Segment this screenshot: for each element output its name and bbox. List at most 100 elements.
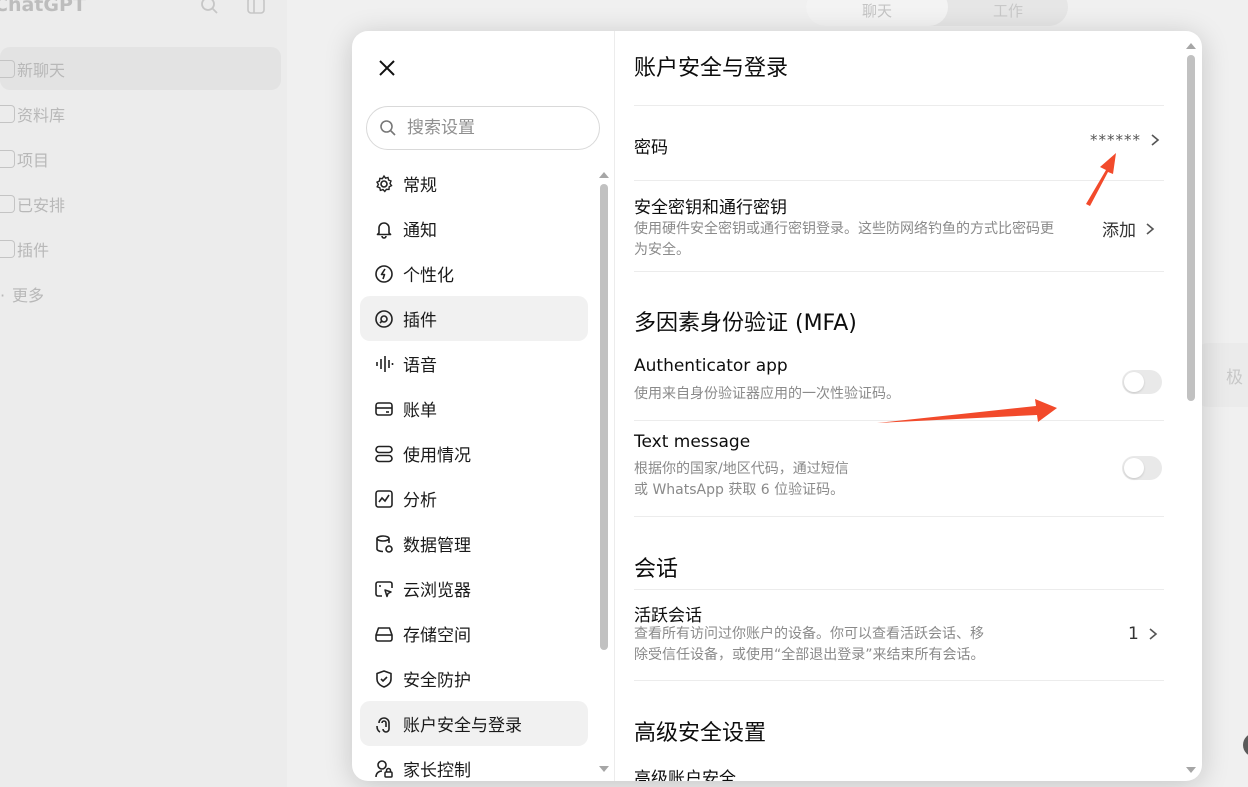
sms-desc-line2: 或 WhatsApp 获取 6 位验证码。: [634, 482, 845, 498]
divider: [634, 420, 1164, 421]
menu-item-security[interactable]: 安全防护: [360, 656, 588, 701]
menu-item-usage[interactable]: 使用情况: [360, 431, 588, 476]
authenticator-description: 使用来自身份验证器应用的一次性验证码。: [634, 386, 900, 402]
divider: [634, 516, 1164, 517]
advanced-item-title: 高级账户安全: [634, 769, 736, 781]
toggle-knob: [1124, 458, 1144, 478]
scroll-thumb[interactable]: [1187, 55, 1195, 401]
divider: [634, 180, 1164, 181]
menu-item-general[interactable]: 常规: [360, 161, 588, 206]
divider: [634, 105, 1164, 106]
bell-icon: [373, 218, 395, 240]
scroll-down-arrow[interactable]: [599, 766, 609, 772]
sidebar-scrollbar[interactable]: [599, 172, 609, 775]
background-sidebar: ChatGPT 新聊天 资料库 项目 已安排 插件 · 更多: [0, 0, 287, 787]
menu-item-personalization[interactable]: 个性化: [360, 251, 588, 296]
divider: [634, 271, 1164, 272]
dot-icon: ·: [0, 285, 6, 305]
menu-label: 语音: [403, 356, 437, 376]
storage-icon: [373, 623, 395, 645]
background-card: 极: [1196, 343, 1248, 407]
settings-search[interactable]: [366, 106, 600, 150]
settings-menu: 常规 通知 个性化 插件 语音 账单 使用情况 分析 数据管理 云浏览器 存储空…: [360, 161, 588, 781]
nav-plugins[interactable]: 插件: [0, 227, 281, 270]
divider: [634, 680, 1164, 681]
plugin-icon: [373, 308, 395, 330]
password-row-action[interactable]: ******: [1090, 131, 1161, 149]
scroll-up-arrow[interactable]: [1186, 43, 1196, 49]
library-icon: [0, 104, 15, 123]
nav-library[interactable]: 资料库: [0, 92, 281, 135]
passkeys-description: 使用硬件安全密钥或通行密钥登录。这些防网络钓鱼的方式比密码更 为安全。: [634, 219, 1094, 261]
menu-label: 个性化: [403, 266, 454, 286]
menu-label: 数据管理: [403, 536, 471, 556]
settings-content: 账户安全与登录 密码 ****** 安全密钥和通行密钥 使用硬件安全密钥或通行密…: [615, 31, 1202, 781]
menu-item-cloud-browser[interactable]: 云浏览器: [360, 566, 588, 611]
search-icon[interactable]: [200, 0, 220, 16]
menu-label: 通知: [403, 221, 437, 241]
background-nav: 新聊天 资料库 项目 已安排 插件 · 更多: [0, 47, 287, 317]
active-sessions-description: 查看所有访问过你账户的设备。你可以查看活跃会话、移 除受信任设备，或使用“全部退…: [634, 624, 985, 666]
card-icon: [373, 398, 395, 420]
close-icon: [379, 60, 395, 76]
chevron-right-icon: [1146, 222, 1155, 235]
nav-scheduled[interactable]: 已安排: [0, 182, 281, 225]
menu-item-parental-controls[interactable]: 家长控制: [360, 746, 588, 781]
scroll-thumb[interactable]: [600, 184, 608, 650]
add-passkey-button[interactable]: 添加: [1102, 216, 1156, 241]
menu-label: 云浏览器: [403, 581, 471, 601]
active-sessions-action[interactable]: 1: [1128, 624, 1159, 644]
waveform-icon: [373, 353, 395, 375]
passkeys-title: 安全密钥和通行密钥: [634, 198, 787, 218]
nav-projects[interactable]: 项目: [0, 137, 281, 180]
menu-label: 账单: [403, 401, 437, 421]
app-title: ChatGPT: [0, 0, 86, 16]
search-icon: [380, 120, 396, 136]
mfa-heading: 多因素身份验证 (MFA): [634, 311, 857, 336]
nav-label: 插件: [17, 240, 50, 260]
divider: [634, 589, 1164, 590]
menu-item-notifications[interactable]: 通知: [360, 206, 588, 251]
scroll-down-arrow[interactable]: [1186, 767, 1196, 773]
close-button[interactable]: [372, 53, 402, 83]
clock-icon: [0, 194, 15, 213]
content-scrollbar[interactable]: [1186, 43, 1196, 777]
mode-switch[interactable]: 聊天 工作: [806, 0, 1068, 26]
add-label: 添加: [1102, 221, 1136, 241]
advanced-heading: 高级安全设置: [634, 721, 767, 746]
tab-work[interactable]: 工作: [948, 0, 1068, 26]
menu-item-billing[interactable]: 账单: [360, 386, 588, 431]
menu-item-plugins[interactable]: 插件: [360, 296, 588, 341]
sms-toggle[interactable]: [1122, 456, 1162, 480]
nav-label: 项目: [17, 150, 50, 170]
menu-label: 常规: [403, 176, 437, 196]
menu-item-storage[interactable]: 存储空间: [360, 611, 588, 656]
folder-icon: [0, 149, 15, 168]
menu-item-voice[interactable]: 语音: [360, 341, 588, 386]
menu-label: 安全防护: [403, 671, 471, 691]
nav-more[interactable]: · 更多: [0, 272, 281, 315]
passkeys-desc-line2: 为安全。: [634, 242, 690, 258]
plugin-icon: [0, 239, 15, 258]
password-value: ******: [1090, 131, 1141, 149]
menu-item-analytics[interactable]: 分析: [360, 476, 588, 521]
authenticator-toggle[interactable]: [1122, 370, 1162, 394]
search-input[interactable]: [405, 117, 579, 139]
menu-item-data-controls[interactable]: 数据管理: [360, 521, 588, 566]
settings-sidebar: 常规 通知 个性化 插件 语音 账单: [352, 31, 615, 781]
usage-icon: [373, 443, 395, 465]
sms-desc-line1: 根据你的国家/地区代码，通过短信: [634, 461, 849, 477]
sidebar-toggle-icon[interactable]: [246, 0, 266, 16]
chevron-right-icon: [1149, 628, 1158, 640]
menu-label: 账户安全与登录: [403, 716, 522, 736]
nav-new-chat[interactable]: 新聊天: [0, 47, 281, 90]
nav-label: 新聊天: [17, 60, 66, 80]
authenticator-title: Authenticator app: [634, 356, 788, 376]
scroll-up-arrow[interactable]: [599, 172, 609, 178]
menu-label: 插件: [403, 311, 437, 331]
database-icon: [373, 533, 395, 555]
menu-label: 使用情况: [403, 446, 471, 466]
account-security-icon: [373, 713, 395, 735]
menu-item-account-security[interactable]: 账户安全与登录: [360, 701, 588, 746]
tab-chat[interactable]: 聊天: [806, 0, 948, 26]
